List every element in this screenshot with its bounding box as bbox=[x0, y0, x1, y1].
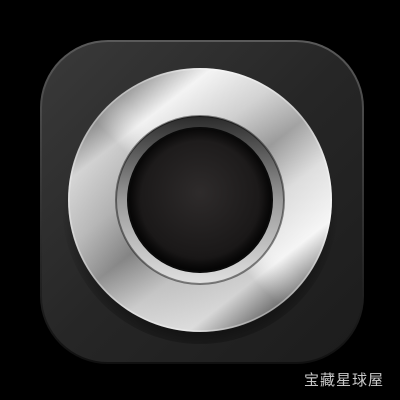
icon-canvas: 宝藏星球屋 bbox=[0, 0, 400, 400]
watermark-text: 宝藏星球屋 bbox=[303, 371, 384, 389]
metallic-ring-icon bbox=[40, 40, 364, 364]
app-icon[interactable] bbox=[0, 0, 400, 400]
